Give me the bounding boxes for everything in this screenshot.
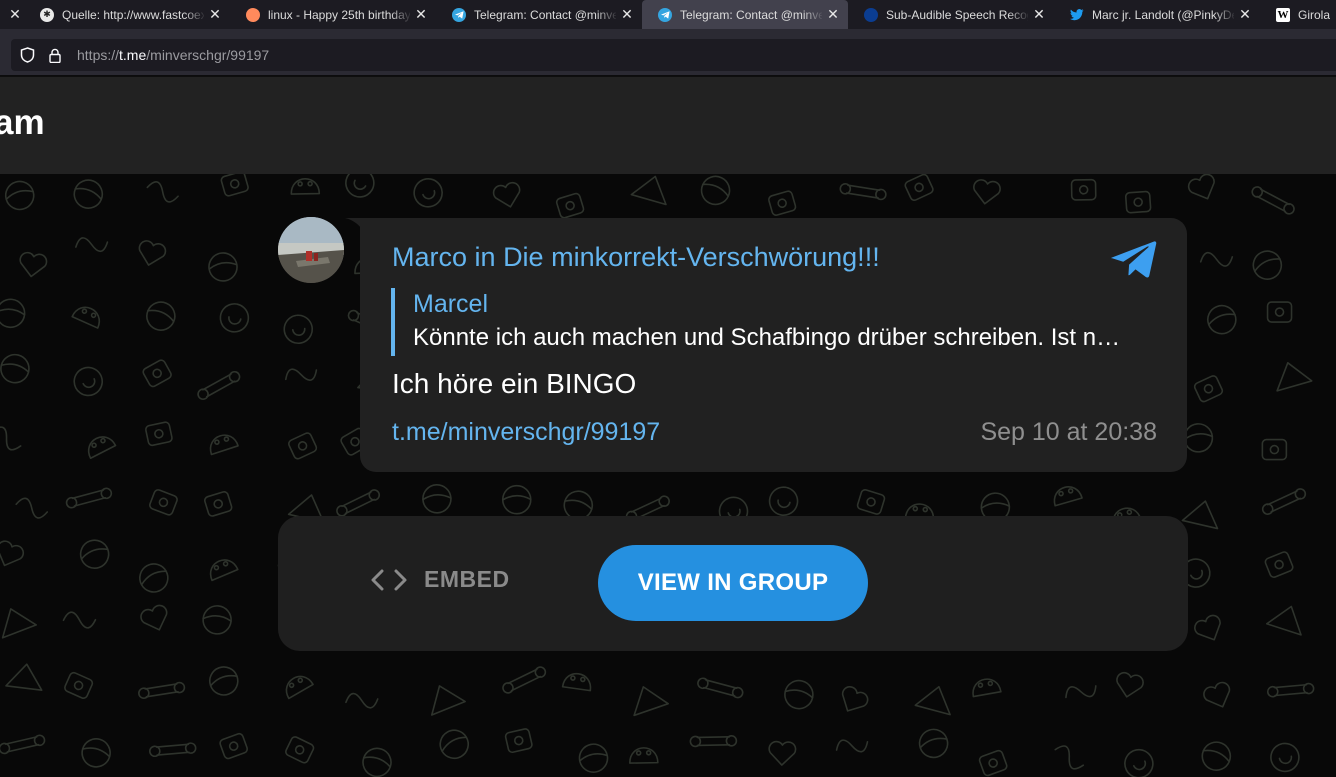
close-icon[interactable]: ✕ xyxy=(8,7,22,23)
message-author-line: Marco in Die minkorrekt-Verschwörung!!! xyxy=(392,242,880,273)
tab-partial[interactable]: ✕ xyxy=(0,0,24,29)
telegram-icon xyxy=(658,7,672,22)
view-in-group-button[interactable]: VIEW IN GROUP xyxy=(598,545,868,621)
close-icon[interactable]: ✕ xyxy=(414,7,428,23)
message-date: Sep 10 at 20:38 xyxy=(980,418,1157,446)
actions-panel: EMBED VIEW IN GROUP xyxy=(278,516,1188,651)
group-name[interactable]: Die minkorrekt-Verschwörung!!! xyxy=(503,242,880,272)
telegram-icon xyxy=(452,7,466,22)
shield-icon[interactable] xyxy=(19,47,35,63)
close-icon[interactable]: ✕ xyxy=(208,7,222,23)
tab-telegram-active[interactable]: Telegram: Contact @minver ✕ xyxy=(642,0,848,29)
site-title[interactable]: am xyxy=(0,103,45,143)
close-icon[interactable]: ✕ xyxy=(620,7,634,23)
reply-author: Marcel xyxy=(413,290,489,318)
embed-button[interactable]: EMBED xyxy=(370,566,510,593)
close-icon[interactable]: ✕ xyxy=(1238,7,1252,23)
page-header xyxy=(0,77,1336,174)
navigation-bar: https://t.me/minverschgr/99197 xyxy=(0,29,1336,76)
message-link[interactable]: t.me/minverschgr/99197 xyxy=(392,418,660,447)
reply-text: Könnte ich auch machen und Schafbingo dr… xyxy=(413,324,1121,351)
message-bubble: Marco in Die minkorrekt-Verschwörung!!! … xyxy=(360,218,1187,472)
telegram-icon xyxy=(1111,241,1157,278)
code-icon xyxy=(370,568,408,592)
asterisk-icon: ✱ xyxy=(40,7,54,22)
close-icon[interactable]: ✕ xyxy=(826,7,840,23)
url-text[interactable]: https://t.me/minverschgr/99197 xyxy=(77,47,269,63)
lock-icon[interactable] xyxy=(47,47,63,63)
reply-quote[interactable]: Marcel Könnte ich auch machen und Schafb… xyxy=(391,288,1156,356)
tab-twitter[interactable]: Marc jr. Landolt (@PinkyDe ✕ xyxy=(1054,0,1260,29)
close-icon[interactable]: ✕ xyxy=(1032,7,1046,23)
in-word: in xyxy=(474,242,496,272)
speech-bubble-icon xyxy=(246,7,260,22)
tab-fastcoexist[interactable]: ✱ Quelle: http://www.fastcoex ✕ xyxy=(24,0,230,29)
avatar[interactable] xyxy=(278,217,344,283)
nasa-icon xyxy=(864,7,878,22)
tab-wikipedia[interactable]: W Girolam xyxy=(1260,0,1330,29)
wikipedia-icon: W xyxy=(1276,7,1290,22)
tab-telegram-1[interactable]: Telegram: Contact @minver ✕ xyxy=(436,0,642,29)
tab-linux[interactable]: linux - Happy 25th birthday ✕ xyxy=(230,0,436,29)
twitter-bird-icon xyxy=(1070,8,1084,22)
message-text: Ich höre ein BINGO xyxy=(392,368,637,399)
url-bar[interactable]: https://t.me/minverschgr/99197 xyxy=(11,39,1336,71)
tab-strip: ✕ ✱ Quelle: http://www.fastcoex ✕ linux … xyxy=(0,0,1336,29)
embed-label: EMBED xyxy=(424,566,510,592)
author-name[interactable]: Marco xyxy=(392,242,467,272)
tab-nasa[interactable]: Sub-Audible Speech Recogn ✕ xyxy=(848,0,1054,29)
